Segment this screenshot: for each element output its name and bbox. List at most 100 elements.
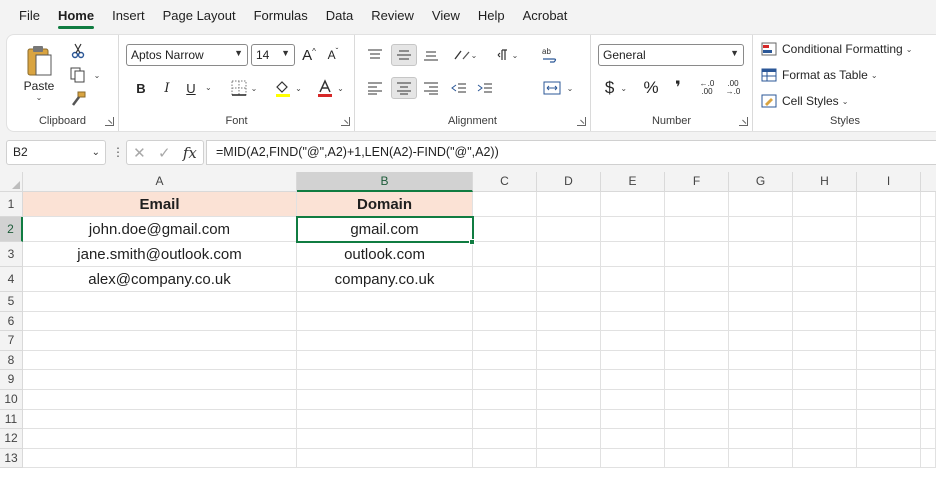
empty-cell[interactable] xyxy=(921,429,936,449)
tab-data[interactable]: Data xyxy=(317,0,362,32)
empty-cell[interactable] xyxy=(921,267,936,292)
empty-cell[interactable] xyxy=(23,409,297,430)
column-header-g[interactable]: G xyxy=(729,172,793,192)
empty-cell[interactable] xyxy=(729,448,793,469)
cell-b3[interactable]: outlook.com xyxy=(297,242,473,267)
empty-cell[interactable] xyxy=(857,331,921,351)
empty-cell[interactable] xyxy=(921,448,936,469)
decrease-font-size-button[interactable]: Aˇ xyxy=(323,44,343,66)
number-format-select[interactable]: General ▼ xyxy=(598,44,744,66)
row-header-12[interactable]: 12 xyxy=(0,429,23,449)
empty-cell[interactable] xyxy=(537,390,601,410)
increase-decimal-button[interactable]: ←.0 .00 xyxy=(695,77,719,99)
empty-cell[interactable] xyxy=(537,429,601,449)
percent-style-button[interactable]: % xyxy=(639,77,663,99)
empty-cell[interactable] xyxy=(23,292,297,312)
empty-cell[interactable] xyxy=(537,267,601,292)
cell-a3[interactable]: jane.smith@outlook.com xyxy=(23,242,297,267)
column-header-d[interactable]: D xyxy=(537,172,601,192)
cell-b1[interactable]: Domain xyxy=(297,192,473,217)
empty-cell[interactable] xyxy=(665,331,729,351)
row-header-9[interactable]: 9 xyxy=(0,370,23,390)
empty-cell[interactable] xyxy=(473,350,537,371)
empty-cell[interactable] xyxy=(601,409,665,430)
empty-cell[interactable] xyxy=(537,448,601,469)
empty-cell[interactable] xyxy=(665,370,729,390)
empty-cell[interactable] xyxy=(793,331,857,351)
empty-cell[interactable] xyxy=(601,350,665,371)
tab-formulas[interactable]: Formulas xyxy=(245,0,317,32)
row-header-11[interactable]: 11 xyxy=(0,409,23,430)
empty-cell[interactable] xyxy=(297,448,473,469)
empty-cell[interactable] xyxy=(537,409,601,430)
column-header-i[interactable]: I xyxy=(857,172,921,192)
empty-cell[interactable] xyxy=(665,429,729,449)
empty-cell[interactable] xyxy=(473,267,537,292)
name-box[interactable]: B2 ⌄ xyxy=(6,140,106,165)
align-left-button[interactable] xyxy=(363,77,387,99)
cell-styles-button[interactable]: Cell Styles ⌄ xyxy=(761,91,929,111)
empty-cell[interactable] xyxy=(23,429,297,449)
cell-a2[interactable]: john.doe@gmail.com xyxy=(23,217,297,242)
font-color-button[interactable]: ⌄ xyxy=(313,77,347,99)
empty-cell[interactable] xyxy=(473,331,537,351)
empty-cell[interactable] xyxy=(473,429,537,449)
empty-cell[interactable] xyxy=(297,390,473,410)
empty-cell[interactable] xyxy=(23,350,297,371)
empty-cell[interactable] xyxy=(23,370,297,390)
tab-help[interactable]: Help xyxy=(469,0,514,32)
font-launcher-icon[interactable] xyxy=(341,117,350,126)
empty-cell[interactable] xyxy=(297,311,473,332)
empty-cell[interactable] xyxy=(921,350,936,371)
empty-cell[interactable] xyxy=(729,292,793,312)
increase-font-size-button[interactable]: A ^ xyxy=(299,44,319,66)
fill-color-button[interactable]: ⌄ xyxy=(271,77,305,99)
column-header-a[interactable]: A xyxy=(23,172,297,192)
empty-cell[interactable] xyxy=(297,292,473,312)
more-options-icon[interactable]: ⋮ xyxy=(112,145,124,159)
row-header-13[interactable]: 13 xyxy=(0,448,23,469)
empty-cell[interactable] xyxy=(665,311,729,332)
empty-cell[interactable] xyxy=(857,242,921,267)
bottom-align-button[interactable] xyxy=(419,44,443,66)
empty-cell[interactable] xyxy=(793,390,857,410)
empty-cell[interactable] xyxy=(793,292,857,312)
empty-cell[interactable] xyxy=(23,390,297,410)
empty-cell[interactable] xyxy=(601,370,665,390)
align-right-button[interactable] xyxy=(419,77,443,99)
row-header-1[interactable]: 1 xyxy=(0,192,23,217)
format-painter-button[interactable] xyxy=(67,89,89,109)
clipboard-launcher-icon[interactable] xyxy=(105,117,114,126)
tab-review[interactable]: Review xyxy=(362,0,423,32)
bold-button[interactable]: B xyxy=(131,77,151,99)
comma-style-button[interactable]: ❜ xyxy=(667,77,689,99)
empty-cell[interactable] xyxy=(665,350,729,371)
accounting-format-button[interactable]: $ ⌄ xyxy=(599,77,633,99)
tab-acrobat[interactable]: Acrobat xyxy=(514,0,577,32)
empty-cell[interactable] xyxy=(473,370,537,390)
orientation-button[interactable]: ⌄ xyxy=(447,44,483,66)
empty-cell[interactable] xyxy=(921,311,936,332)
empty-cell[interactable] xyxy=(537,292,601,312)
format-as-table-button[interactable]: Format as Table ⌄ xyxy=(761,65,929,85)
empty-cell[interactable] xyxy=(601,217,665,242)
tab-home[interactable]: Home xyxy=(49,0,103,32)
empty-cell[interactable] xyxy=(921,192,936,217)
empty-cell[interactable] xyxy=(665,267,729,292)
empty-cell[interactable] xyxy=(601,331,665,351)
paste-button[interactable]: Paste ⌄ xyxy=(17,39,61,107)
top-align-button[interactable] xyxy=(363,44,387,66)
empty-cell[interactable] xyxy=(601,267,665,292)
empty-cell[interactable] xyxy=(857,390,921,410)
empty-cell[interactable] xyxy=(793,217,857,242)
cell-b2[interactable]: gmail.com xyxy=(297,217,473,242)
empty-cell[interactable] xyxy=(857,448,921,469)
cell-b4[interactable]: company.co.uk xyxy=(297,267,473,292)
empty-cell[interactable] xyxy=(857,350,921,371)
tab-insert[interactable]: Insert xyxy=(103,0,154,32)
empty-cell[interactable] xyxy=(473,390,537,410)
empty-cell[interactable] xyxy=(921,390,936,410)
empty-cell[interactable] xyxy=(297,409,473,430)
row-header-7[interactable]: 7 xyxy=(0,331,23,351)
empty-cell[interactable] xyxy=(537,242,601,267)
